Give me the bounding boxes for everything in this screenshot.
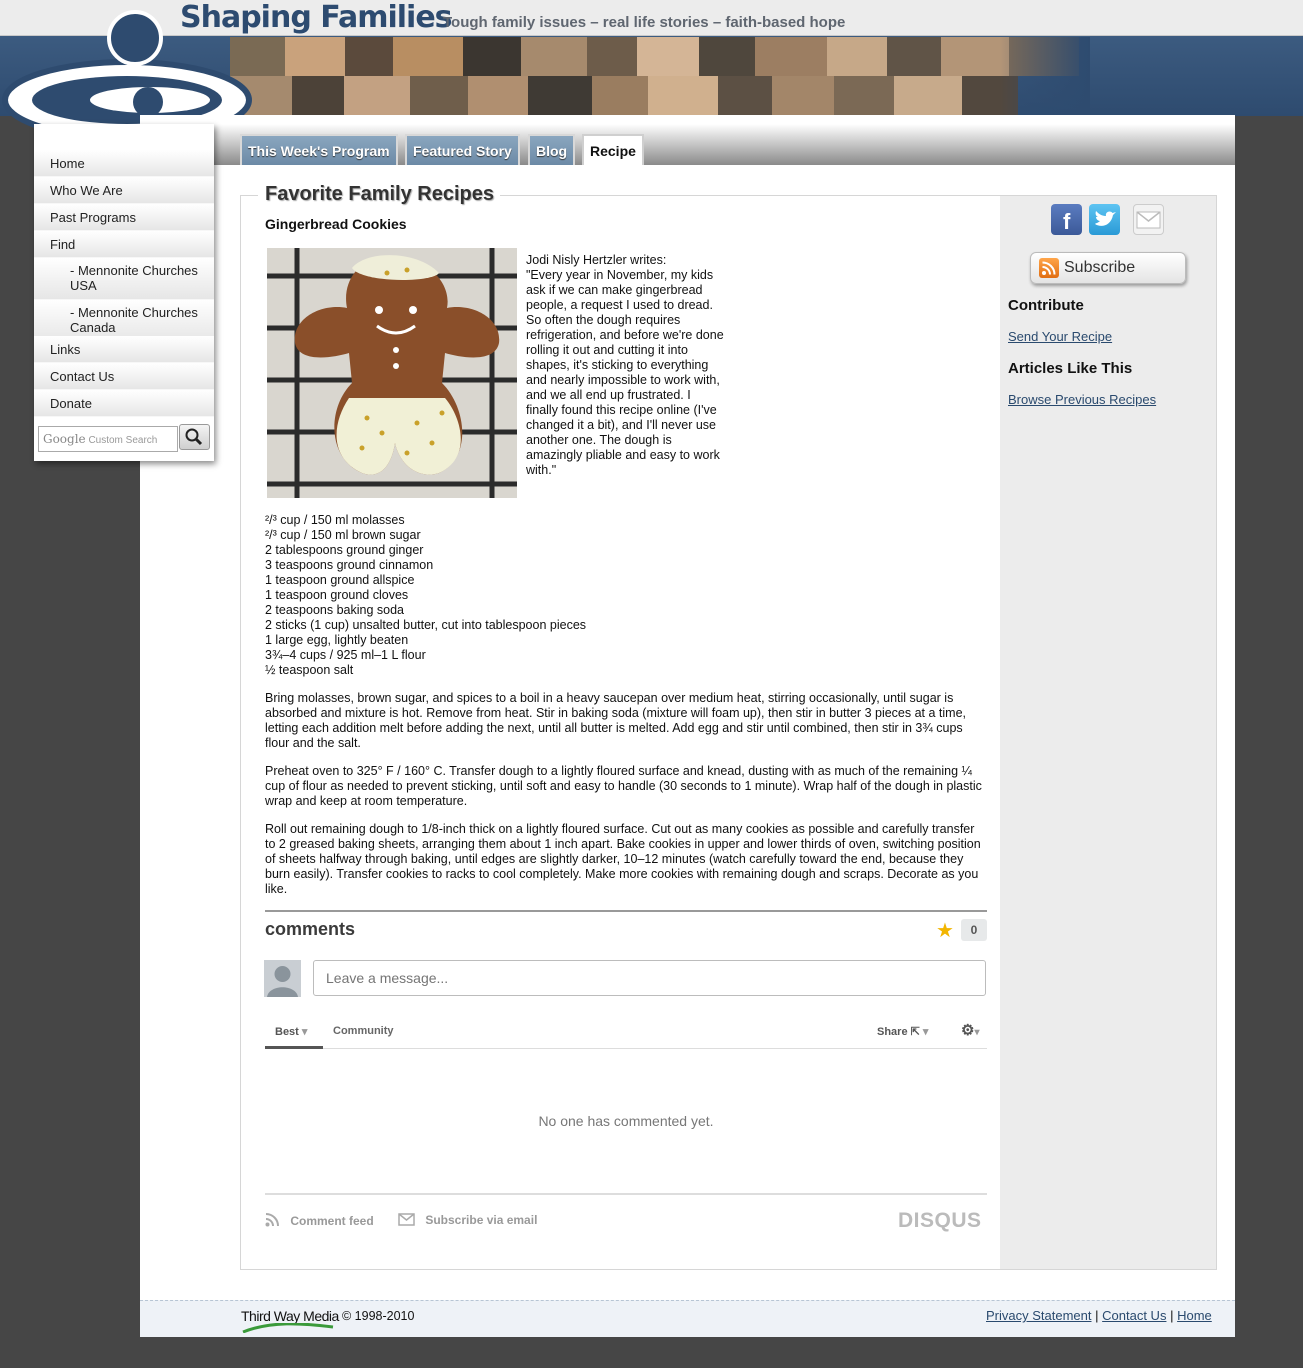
footer-separator: | bbox=[1095, 1308, 1099, 1323]
collage-fade bbox=[1000, 37, 1090, 115]
mail-icon bbox=[398, 1213, 415, 1226]
tab-recipe[interactable]: Recipe bbox=[582, 134, 644, 165]
sidebar-item-home[interactable]: Home bbox=[34, 150, 214, 177]
comment-feed-label: Comment feed bbox=[290, 1214, 374, 1228]
family-photo-collage bbox=[230, 37, 1080, 115]
footer-home-link[interactable]: Home bbox=[1177, 1308, 1212, 1323]
ingredient-item: 2 tablespoons ground ginger bbox=[265, 543, 424, 557]
ingredient-item: 1 teaspoon ground allspice bbox=[265, 573, 415, 587]
email-share-icon[interactable] bbox=[1133, 204, 1164, 235]
tab-best-label: Best bbox=[275, 1026, 299, 1038]
recipe-step-1: Bring molasses, brown sugar, and spices … bbox=[265, 691, 967, 750]
sidebar-item-links[interactable]: Links bbox=[34, 336, 214, 363]
facebook-icon[interactable]: f bbox=[1051, 204, 1082, 235]
privacy-statement-link[interactable]: Privacy Statement bbox=[986, 1308, 1092, 1323]
third-way-media-logo[interactable]: Third Way Media bbox=[241, 1308, 339, 1333]
swoosh-icon bbox=[242, 1323, 334, 1333]
sidebar-item-past-programs[interactable]: Past Programs bbox=[34, 204, 214, 231]
third-way-media-brand: Third Way Media bbox=[241, 1308, 339, 1324]
footer-separator: | bbox=[1170, 1308, 1174, 1323]
browse-recipes-link[interactable]: Browse Previous Recipes bbox=[1008, 392, 1156, 407]
tab-blog[interactable]: Blog bbox=[528, 134, 576, 165]
comment-feed-link[interactable]: Comment feed bbox=[265, 1213, 374, 1228]
comment-input[interactable] bbox=[313, 960, 986, 996]
subscribe-email-link[interactable]: Subscribe via email bbox=[398, 1213, 537, 1227]
settings-gear-icon[interactable]: ⚙▾ bbox=[961, 1021, 979, 1039]
share-label: Share bbox=[877, 1026, 908, 1038]
comment-tabs-divider bbox=[265, 1048, 987, 1049]
copyright: © 1998-2010 bbox=[342, 1309, 415, 1323]
sidebar-item-find[interactable]: Find bbox=[34, 231, 214, 258]
tab-this-weeks-program[interactable]: This Week's Program bbox=[240, 134, 398, 165]
share-button[interactable]: Share ⇱ ▾ bbox=[877, 1025, 928, 1038]
comments-footer-divider bbox=[265, 1193, 987, 1195]
sidebar-item-donate[interactable]: Donate bbox=[34, 390, 214, 417]
star-icon[interactable]: ★ bbox=[936, 918, 954, 943]
footer-contact-link[interactable]: Contact Us bbox=[1102, 1308, 1166, 1323]
comment-count-badge: 0 bbox=[961, 919, 987, 941]
subscribe-email-label: Subscribe via email bbox=[425, 1213, 538, 1227]
chevron-down-icon: ▾ bbox=[922, 1026, 929, 1038]
sidebar-nav: Home Who We Are Past Programs Find - Men… bbox=[34, 124, 214, 461]
search-icon bbox=[185, 428, 203, 446]
search-placeholder: Custom Search bbox=[88, 435, 158, 446]
google-brand: Google bbox=[43, 432, 86, 446]
search-input[interactable]: Google Custom Search bbox=[38, 426, 178, 452]
footer-links: Privacy Statement | Contact Us | Home bbox=[986, 1308, 1212, 1323]
sidebar-item-who-we-are[interactable]: Who We Are bbox=[34, 177, 214, 204]
ingredient-item: 1 large egg, lightly beaten bbox=[265, 633, 409, 647]
ingredient-item: 3 teaspoons ground cinnamon bbox=[265, 558, 434, 572]
section-title: Favorite Family Recipes bbox=[258, 183, 500, 206]
intro-author: Jodi Nisly Hertzler writes: bbox=[526, 253, 667, 267]
sidebar-item-mennonite-churches-usa[interactable]: - Mennonite Churches USA bbox=[34, 258, 214, 300]
ingredient-item: 1 teaspoon ground cloves bbox=[265, 588, 409, 602]
send-recipe-link[interactable]: Send Your Recipe bbox=[1008, 329, 1112, 344]
user-avatar-icon bbox=[267, 966, 298, 997]
ingredient-item: 2 teaspoons baking soda bbox=[265, 603, 404, 617]
active-tab-indicator bbox=[265, 1046, 323, 1049]
disqus-logo[interactable]: DISQUS bbox=[898, 1209, 982, 1233]
rss-feed-icon bbox=[1039, 258, 1059, 278]
recipe-step-2: Preheat oven to 325° F / 160° C. Transfe… bbox=[265, 764, 982, 808]
twitter-icon[interactable] bbox=[1089, 204, 1120, 235]
right-column bbox=[1000, 196, 1216, 1269]
recipe-step-3: Roll out remaining dough to 1/8-inch thi… bbox=[265, 822, 981, 896]
recipe-title: Gingerbread Cookies bbox=[265, 216, 407, 232]
rss-icon bbox=[265, 1213, 279, 1227]
tab-community[interactable]: Community bbox=[333, 1025, 394, 1037]
intro-quote: "Every year in November, my kids ask if … bbox=[526, 268, 724, 477]
search-button[interactable] bbox=[179, 424, 210, 450]
comments-heading: comments bbox=[265, 919, 356, 939]
avatar bbox=[264, 960, 301, 997]
ingredient-item: ²/³ cup / 150 ml molasses bbox=[265, 513, 405, 527]
svg-text:f: f bbox=[1063, 209, 1071, 234]
subscribe-label: Subscribe bbox=[1064, 259, 1136, 276]
chevron-down-icon: ▾ bbox=[301, 1026, 308, 1038]
ingredient-list: ²/³ cup / 150 ml molasses ²/³ cup / 150 … bbox=[265, 513, 765, 678]
ingredient-item: ½ teaspoon salt bbox=[265, 663, 354, 677]
ingredient-item: 3¾–4 cups / 925 ml–1 L flour bbox=[265, 648, 426, 662]
gingerbread-cookie-photo bbox=[267, 248, 517, 498]
contribute-heading: Contribute bbox=[1008, 297, 1084, 314]
comments-divider bbox=[265, 910, 987, 912]
recipe-intro: Jodi Nisly Hertzler writes: "Every year … bbox=[526, 253, 726, 478]
site-tagline: Tough family issues – real life stories … bbox=[443, 14, 846, 31]
no-comments-message: No one has commented yet. bbox=[538, 1113, 714, 1129]
ingredient-item: 2 sticks (1 cup) unsalted butter, cut in… bbox=[265, 618, 587, 632]
sidebar-item-contact-us[interactable]: Contact Us bbox=[34, 363, 214, 390]
tab-best[interactable]: Best ▾ bbox=[275, 1025, 307, 1038]
share-icon: ⇱ bbox=[910, 1026, 920, 1038]
tab-featured-story[interactable]: Featured Story bbox=[405, 134, 520, 165]
subscribe-button[interactable]: Subscribe bbox=[1030, 252, 1186, 284]
ingredient-item: ²/³ cup / 150 ml brown sugar bbox=[265, 528, 421, 542]
articles-heading: Articles Like This bbox=[1008, 360, 1133, 377]
